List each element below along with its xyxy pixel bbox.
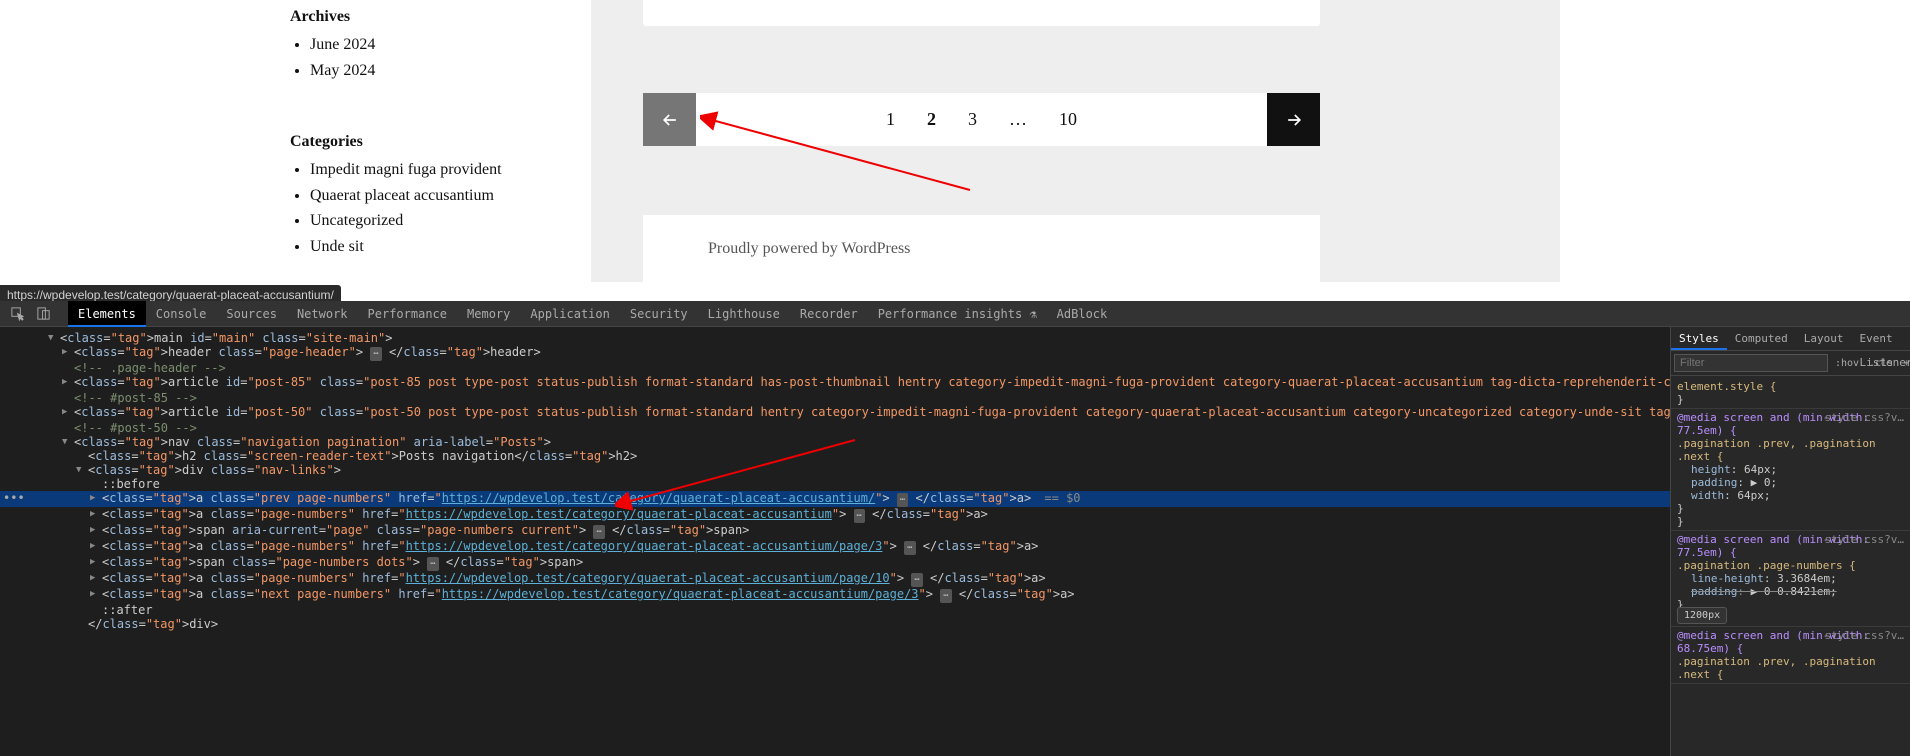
dom-node[interactable]: <!-- #post-50 --> (0, 421, 1670, 435)
css-rule[interactable]: style.css?v…@media screen and (min-width… (1671, 409, 1910, 531)
site-viewport: Archives June 2024 May 2024 Categories I… (0, 0, 1910, 301)
tab-console[interactable]: Console (146, 301, 217, 327)
css-rules[interactable]: element.style {}style.css?v…@media scree… (1671, 376, 1910, 686)
filter-row: :hov .cls + (1671, 351, 1910, 376)
dom-node[interactable]: ▶<class="tag">a class="next page-numbers… (0, 587, 1670, 603)
filter-input[interactable] (1674, 354, 1828, 372)
devtools-panel: Elements Console Sources Network Perform… (0, 301, 1910, 756)
inspect-button[interactable] (6, 303, 28, 325)
dom-node[interactable]: ▶<class="tag">header class="page-header"… (0, 345, 1670, 361)
list-item[interactable]: Unde sit (310, 234, 590, 260)
dom-node[interactable]: ▶<class="tag">a class="page-numbers" hre… (0, 539, 1670, 555)
dom-node[interactable]: </class="tag">div> (0, 617, 1670, 631)
tab-security[interactable]: Security (620, 301, 698, 327)
page-link[interactable]: 1 (886, 109, 895, 130)
tab-network[interactable]: Network (287, 301, 358, 327)
side-tab-layout[interactable]: Layout (1796, 327, 1852, 350)
side-tab-styles[interactable]: Styles (1671, 327, 1727, 350)
arrow-right-icon (1284, 110, 1304, 130)
tab-performance[interactable]: Performance (358, 301, 457, 327)
dom-node[interactable]: ▶<class="tag">span aria-current="page" c… (0, 523, 1670, 539)
dom-node[interactable]: ▶<class="tag">article id="post-50" class… (0, 405, 1670, 421)
dom-node[interactable]: ▶<class="tag">a class="page-numbers" hre… (0, 507, 1670, 523)
styles-panel: Styles Computed Layout Event Listeners :… (1670, 327, 1910, 756)
devtools-tabs: Elements Console Sources Network Perform… (68, 301, 1117, 327)
dom-node[interactable]: ▼<class="tag">main id="main" class="site… (0, 331, 1670, 345)
list-item[interactable]: Uncategorized (310, 208, 590, 234)
archives-list: June 2024 May 2024 (310, 32, 590, 83)
inspect-icon (10, 306, 25, 321)
sidebar: Archives June 2024 May 2024 Categories I… (290, 0, 590, 290)
device-toggle-button[interactable] (32, 303, 54, 325)
list-item[interactable]: May 2024 (310, 58, 590, 84)
dom-node[interactable]: •••▶<class="tag">a class="prev page-numb… (0, 491, 1670, 507)
side-tab-events[interactable]: Event Listeners (1851, 327, 1910, 350)
css-rule[interactable]: style.css?v…@media screen and (min-width… (1671, 627, 1910, 684)
tab-application[interactable]: Application (520, 301, 619, 327)
tab-elements[interactable]: Elements (68, 301, 146, 327)
dom-node[interactable]: ▼<class="tag">nav class="navigation pagi… (0, 435, 1670, 449)
pagination: 1 2 3 … 10 (643, 93, 1320, 146)
dom-node[interactable]: ::after (0, 603, 1670, 617)
beaker-icon: ⚗ (1029, 307, 1036, 321)
css-rule[interactable]: style.css?v…@media screen and (min-width… (1671, 531, 1910, 627)
categories-heading: Categories (290, 133, 590, 151)
devtools-body: ▼<class="tag">main id="main" class="site… (0, 327, 1910, 756)
device-icon (36, 306, 51, 321)
pagination-prev[interactable] (643, 93, 696, 146)
categories-list: Impedit magni fuga provident Quaerat pla… (310, 157, 590, 259)
dom-node[interactable]: ▶<class="tag">span class="page-numbers d… (0, 555, 1670, 571)
list-item[interactable]: June 2024 (310, 32, 590, 58)
devtools-toolbar: Elements Console Sources Network Perform… (0, 301, 1910, 327)
dom-node[interactable]: ▼<class="tag">div class="nav-links"> (0, 463, 1670, 477)
dom-node[interactable]: ::before (0, 477, 1670, 491)
page-link[interactable]: 3 (968, 109, 977, 130)
cls-button[interactable]: .cls (1866, 358, 1896, 369)
tab-recorder[interactable]: Recorder (790, 301, 868, 327)
add-rule-button[interactable]: + (1900, 358, 1910, 369)
pagination-numbers: 1 2 3 … 10 (696, 109, 1267, 130)
dom-node[interactable]: ▶<class="tag">article id="post-85" class… (0, 375, 1670, 391)
side-tabs: Styles Computed Layout Event Listeners (1671, 327, 1910, 351)
css-rule[interactable]: element.style {} (1671, 378, 1910, 409)
tab-lighthouse[interactable]: Lighthouse (698, 301, 790, 327)
dom-node[interactable]: <!-- .page-header --> (0, 361, 1670, 375)
side-tab-computed[interactable]: Computed (1727, 327, 1796, 350)
pagination-next[interactable] (1267, 93, 1320, 146)
tab-perf-insights[interactable]: Performance insights ⚗ (868, 301, 1047, 327)
hov-button[interactable]: :hov (1832, 358, 1862, 369)
page-dots: … (1009, 109, 1027, 130)
post-card-bottom (643, 0, 1320, 26)
tab-adblock[interactable]: AdBlock (1047, 301, 1118, 327)
dom-node[interactable]: ▶<class="tag">a class="page-numbers" hre… (0, 571, 1670, 587)
list-item[interactable]: Quaerat placeat accusantium (310, 183, 590, 209)
archives-heading: Archives (290, 8, 590, 26)
dom-tree[interactable]: ▼<class="tag">main id="main" class="site… (0, 327, 1670, 756)
page-current: 2 (927, 109, 936, 130)
footer-text: Proudly powered by WordPress (708, 240, 910, 258)
dom-node[interactable]: <class="tag">h2 class="screen-reader-tex… (0, 449, 1670, 463)
tab-sources[interactable]: Sources (216, 301, 287, 327)
list-item[interactable]: Impedit magni fuga provident (310, 157, 590, 183)
dom-node[interactable]: <!-- #post-85 --> (0, 391, 1670, 405)
arrow-left-icon (660, 110, 680, 130)
site-footer: Proudly powered by WordPress (643, 215, 1320, 282)
tab-memory[interactable]: Memory (457, 301, 520, 327)
page-link[interactable]: 10 (1059, 109, 1077, 130)
